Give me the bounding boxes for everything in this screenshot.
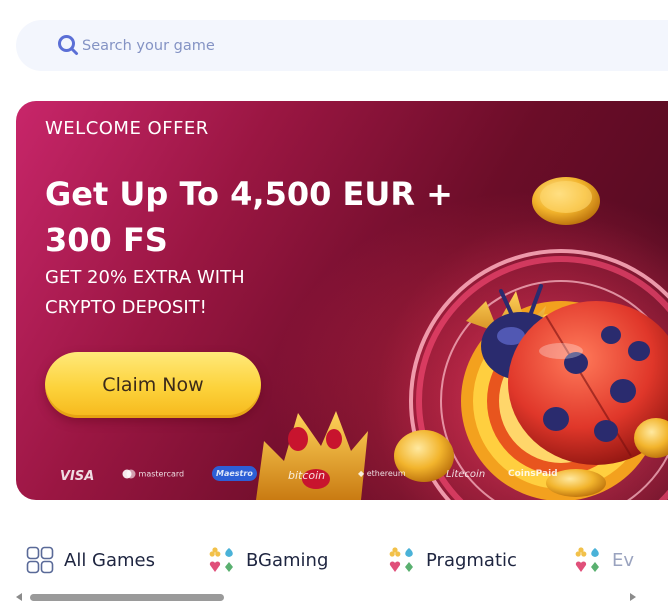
tab-pragmatic[interactable]: Pragmatic xyxy=(388,540,517,580)
offer-label: WELCOME OFFER xyxy=(45,118,209,139)
welcome-offer-banner[interactable]: WELCOME OFFER Get Up To 4,500 EUR + 300 … xyxy=(16,101,668,500)
tab-bgaming[interactable]: BGaming xyxy=(208,540,328,580)
search-bar[interactable] xyxy=(16,20,668,71)
ethereum-logo: ◆ ethereum xyxy=(358,469,406,478)
card-suits-icon xyxy=(575,547,599,572)
mastercard-logo: mastercard xyxy=(122,469,184,479)
mastercard-label: mastercard xyxy=(138,469,185,479)
search-icon[interactable] xyxy=(57,34,79,56)
maestro-logo: Maestro xyxy=(212,466,257,481)
horizontal-scrollbar[interactable] xyxy=(16,592,636,604)
provider-tabs: All Games BGaming Pragmatic Ev xyxy=(0,540,668,580)
litecoin-logo: Litecoin xyxy=(446,469,486,480)
card-suits-icon xyxy=(389,547,413,572)
search-input[interactable] xyxy=(82,20,622,71)
card-suits-icon xyxy=(209,547,233,572)
offer-title: Get Up To 4,500 EUR + 300 FS xyxy=(45,175,453,259)
coinspaid-logo: CoinsPaid xyxy=(508,469,558,479)
visa-logo: VISA xyxy=(60,469,95,484)
scroll-thumb[interactable] xyxy=(30,594,224,601)
tab-ev[interactable]: Ev xyxy=(574,540,634,580)
tab-label: All Games xyxy=(64,549,156,571)
scroll-right-arrow-icon[interactable] xyxy=(630,593,636,601)
tab-label: Ev xyxy=(612,549,635,571)
mastercard-circles-icon xyxy=(122,469,136,479)
offer-subtitle: GET 20% EXTRA WITH CRYPTO DEPOSIT! xyxy=(45,267,245,318)
payment-methods: VISA mastercard Maestro bitcoin ◆ ethere… xyxy=(16,463,668,493)
tab-all-games[interactable]: All Games xyxy=(26,540,155,580)
bitcoin-logo: bitcoin xyxy=(288,469,326,482)
tab-label: BGaming xyxy=(246,549,329,571)
ethereum-diamond-icon: ◆ xyxy=(358,469,367,478)
ethereum-label: ethereum xyxy=(366,469,406,478)
claim-now-button[interactable]: Claim Now xyxy=(45,352,261,418)
tab-label: Pragmatic xyxy=(426,549,517,571)
scroll-left-arrow-icon[interactable] xyxy=(16,593,22,601)
grid-icon xyxy=(26,546,54,574)
